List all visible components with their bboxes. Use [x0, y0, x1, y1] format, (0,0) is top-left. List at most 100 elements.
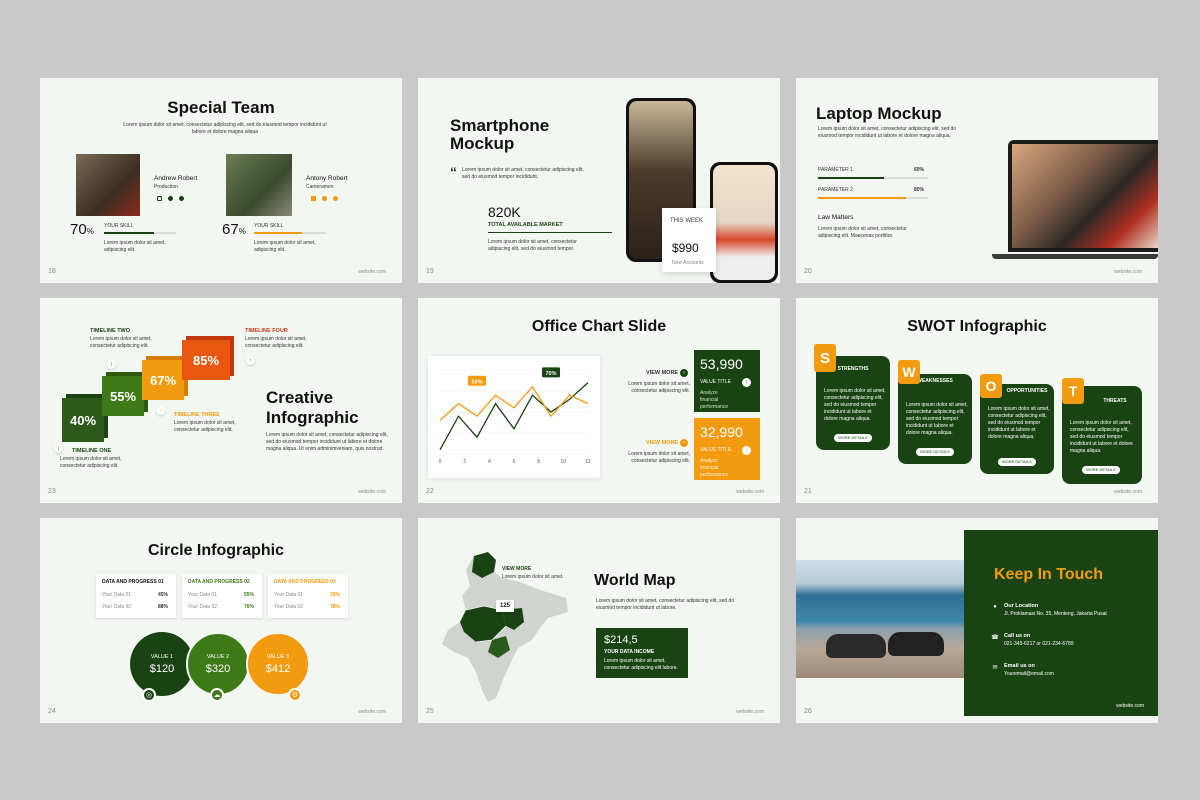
- motorbike-photo: [796, 560, 976, 678]
- instagram-icon[interactable]: [157, 196, 162, 201]
- swot-card-weaknesses[interactable]: WEAKNESSES Lorem ipsum dolor sit amet, c…: [898, 374, 972, 464]
- twitter-icon[interactable]: [168, 196, 173, 201]
- website-label: website.com: [1116, 703, 1144, 709]
- circle-value: $412: [265, 663, 291, 675]
- skill-label: YOUR SKILL: [254, 223, 284, 229]
- progress-card: DATA AND PROGRESS 01 Your Data 01 45% Yo…: [96, 574, 176, 618]
- social-icons: [311, 196, 338, 201]
- arrow-up-icon: ↑: [742, 446, 751, 455]
- card-value: 32,990: [700, 424, 743, 440]
- weekly-card[interactable]: THIS WEEK $990 New Accounts: [662, 208, 716, 272]
- swot-letter-o: O: [980, 374, 1002, 398]
- website-label: website.com: [1114, 269, 1142, 275]
- swot-letter-w: W: [898, 360, 920, 384]
- law-title: Law Matters: [818, 214, 854, 221]
- view-more-desc: Lorem ipsum dolor sit amet.: [502, 574, 564, 580]
- slide-number: 26: [804, 708, 812, 715]
- facebook-icon[interactable]: [333, 196, 338, 201]
- slide-title-line2: Infographic: [266, 408, 359, 427]
- card-label: VALUE TITLE: [700, 447, 731, 453]
- slide-keep-in-touch[interactable]: Keep In Touch ● Our Location Jl. Proklam…: [796, 518, 1158, 723]
- slide-title-line1: Smartphone: [450, 116, 550, 135]
- progress-card: DATA AND PROGRESS 02 Your Data 01 55% Yo…: [182, 574, 262, 618]
- location-label: Our Location: [1004, 603, 1039, 609]
- timeline-one-desc: Lorem ipsum dolor sit amet, consectetur …: [60, 456, 122, 469]
- slide-number: 21: [804, 488, 812, 495]
- more-details-button[interactable]: MORE DETAILS: [834, 434, 872, 442]
- facebook-icon[interactable]: [179, 196, 184, 201]
- row-value: 55%: [244, 592, 255, 598]
- swot-desc: Lorem ipsum dolor sit amet, consectetur …: [906, 402, 968, 436]
- income-card[interactable]: $214,5 YOUR DATA INCOME Lorem ipsum dolo…: [596, 628, 688, 678]
- slide-number: 25: [426, 708, 434, 715]
- slide-world-map[interactable]: VIEW MORE Lorem ipsum dolor sit amet. 12…: [418, 518, 780, 723]
- timeline-four-desc: Lorem ipsum dolor sit amet, consectetur …: [245, 336, 307, 349]
- cloud-icon: ☁: [210, 688, 224, 702]
- step-block-3: 67%: [142, 360, 184, 400]
- value-circle-3: VALUE 3 $412: [246, 632, 310, 696]
- call-label: Call us on: [1004, 633, 1031, 639]
- slide-title: SWOT Infographic: [907, 318, 1047, 335]
- view-more-link[interactable]: VIEW MORE: [646, 370, 678, 376]
- view-more-link[interactable]: VIEW MORE: [646, 440, 678, 446]
- param-value: 60%: [914, 167, 925, 173]
- more-details-button[interactable]: MORE DETAILS: [916, 448, 954, 456]
- data-label: 50%: [471, 379, 482, 385]
- value-card-orange[interactable]: 32,990 VALUE TITLE Analyze financial per…: [694, 418, 760, 480]
- slide-number: 19: [426, 268, 434, 275]
- slide-special-team[interactable]: Special Team Lorem ipsum dolor sit amet,…: [40, 78, 402, 283]
- arrow-right-icon[interactable]: ›: [680, 439, 688, 447]
- more-details-button[interactable]: MORE DETAILS: [1082, 466, 1120, 474]
- market-divider: [488, 232, 612, 233]
- email-label: Email us on: [1004, 663, 1035, 669]
- row-value: 88%: [158, 604, 169, 610]
- value-circle-2: VALUE 2 $320: [186, 632, 250, 696]
- swot-name: OPPORTUNITIES: [1006, 388, 1048, 394]
- website-label: website.com: [358, 489, 386, 495]
- row-value: 45%: [158, 592, 169, 598]
- x-tick-label: 2: [463, 459, 466, 465]
- instagram-icon[interactable]: [311, 196, 316, 201]
- step-block-1: 40%: [62, 398, 104, 442]
- x-tick-label: 8: [537, 459, 540, 465]
- slide-number: 22: [426, 488, 434, 495]
- timeline-one-title: TIMELINE ONE: [72, 448, 112, 454]
- progress-card-title: DATA AND PROGRESS 03: [274, 579, 336, 585]
- slide-laptop-mockup[interactable]: Laptop Mockup Lorem ipsum dolor sit amet…: [796, 78, 1158, 283]
- series-line-2: [439, 385, 589, 421]
- slide-office-chart[interactable]: Office Chart Slide 0 2 4 6 8 10 12 50% 70% VIEW …: [418, 298, 780, 503]
- row-label: Your Data 01: [274, 592, 304, 598]
- arrow-right-icon[interactable]: ›: [680, 369, 688, 377]
- x-tick-label: 4: [488, 459, 491, 465]
- series-line-1: [439, 382, 589, 451]
- card-sub: New Accounts: [672, 260, 704, 266]
- slide-title: Circle Infographic: [148, 542, 285, 559]
- slide-title-line2: Mockup: [450, 134, 515, 153]
- slide-number: 24: [48, 708, 56, 715]
- more-details-button[interactable]: MORE DETAILS: [998, 458, 1036, 466]
- circle-value: $320: [205, 663, 231, 675]
- target-icon: ◎: [142, 688, 156, 702]
- swot-desc: Lorem ipsum dolor sit amet, consectetur …: [988, 406, 1050, 440]
- email-text[interactable]: Youremail@email.com: [1004, 671, 1144, 678]
- value-card-green[interactable]: 53,990 VALUE TITLE Analyze financial per…: [694, 350, 760, 412]
- laptop-base: [992, 254, 1158, 259]
- slide-creative-infographic[interactable]: TIMELINE TWO Lorem ipsum dolor sit amet,…: [40, 298, 402, 503]
- location-icon: ●: [993, 604, 997, 610]
- member-role: Cameramen: [306, 184, 334, 190]
- data-label: 70%: [545, 371, 556, 377]
- swot-letter-s: S: [814, 344, 836, 372]
- market-stat: 820K: [488, 204, 521, 220]
- view-more-link[interactable]: VIEW MORE: [502, 566, 531, 572]
- slide-circle-infographic[interactable]: Circle Infographic DATA AND PROGRESS 01 …: [40, 518, 402, 723]
- contact-panel: Keep In Touch ● Our Location Jl. Proklam…: [964, 530, 1158, 716]
- x-tick-label: 0: [439, 459, 442, 465]
- laptop-mockup: [1008, 140, 1158, 252]
- member-desc: Lorem ipsum dolor sit amet, adipiscing e…: [254, 240, 316, 253]
- website-label: website.com: [736, 709, 764, 715]
- market-desc: Lorem ipsum dolor sit amet, consectetur …: [488, 239, 577, 252]
- slide-swot[interactable]: SWOT Infographic STRENGTHS Lorem ipsum d…: [796, 298, 1158, 503]
- swot-name: THREATS: [1103, 398, 1127, 404]
- twitter-icon[interactable]: [322, 196, 327, 201]
- slide-smartphone-mockup[interactable]: Smartphone Mockup “ Lorem ipsum dolor si…: [418, 78, 780, 283]
